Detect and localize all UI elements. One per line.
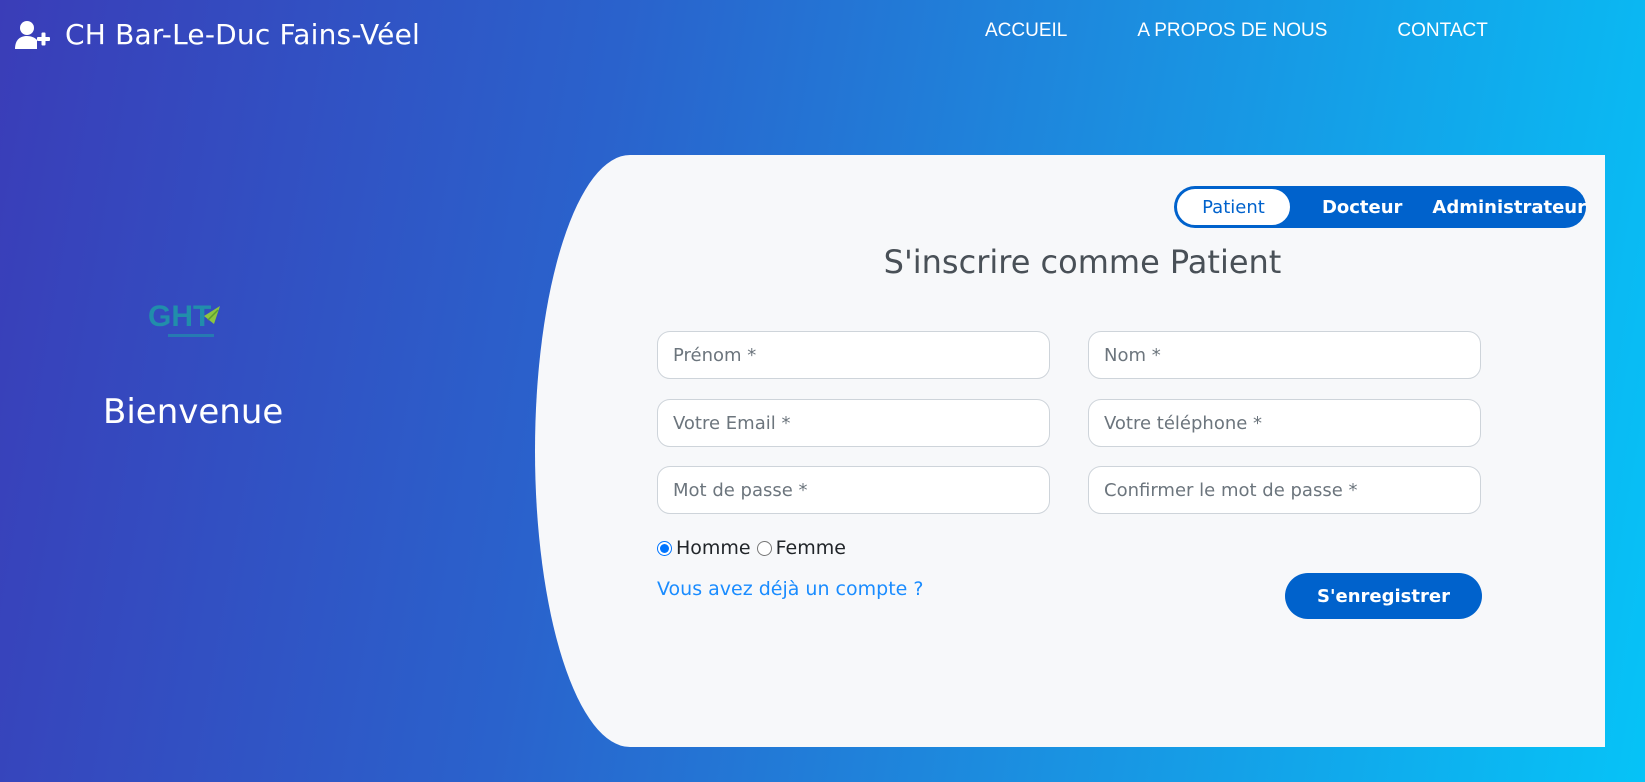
ght-logo: GHT — [148, 300, 220, 337]
registration-card: Patient Docteur Administrateur S'inscrir… — [535, 155, 1605, 747]
prenom-field[interactable] — [657, 331, 1050, 379]
gender-radio-group: Homme Femme — [657, 537, 852, 559]
top-nav: ACCUEIL A PROPOS DE NOUS CONTACT — [985, 20, 1488, 42]
nav-accueil[interactable]: ACCUEIL — [985, 20, 1067, 42]
svg-text:GHT: GHT — [148, 300, 211, 333]
password-field[interactable] — [657, 466, 1050, 514]
nav-contact[interactable]: CONTACT — [1397, 20, 1487, 42]
brand-title: CH Bar-Le-Duc Fains-Véel — [65, 18, 421, 51]
radio-homme[interactable] — [657, 540, 672, 556]
login-link[interactable]: Vous avez déjà un compte ? — [657, 578, 923, 600]
user-plus-icon — [15, 20, 50, 49]
radio-femme-label[interactable]: Femme — [776, 537, 846, 559]
nav-a-propos[interactable]: A PROPOS DE NOUS — [1137, 20, 1327, 42]
tab-administrateur[interactable]: Administrateur — [1432, 197, 1586, 218]
tab-docteur[interactable]: Docteur — [1322, 197, 1402, 218]
register-button[interactable]: S'enregistrer — [1285, 573, 1482, 619]
telephone-field[interactable] — [1088, 399, 1481, 447]
radio-homme-label[interactable]: Homme — [676, 537, 751, 559]
welcome-heading: Bienvenue — [103, 392, 284, 432]
confirm-password-field[interactable] — [1088, 466, 1481, 514]
radio-femme[interactable] — [756, 540, 772, 556]
brand[interactable]: CH Bar-Le-Duc Fains-Véel — [15, 18, 420, 51]
role-tabs: Patient Docteur Administrateur — [1174, 186, 1586, 228]
nom-field[interactable] — [1088, 331, 1481, 379]
email-field[interactable] — [657, 399, 1050, 447]
form-title: S'inscrire comme Patient — [883, 243, 1282, 281]
tab-patient[interactable]: Patient — [1175, 187, 1292, 227]
